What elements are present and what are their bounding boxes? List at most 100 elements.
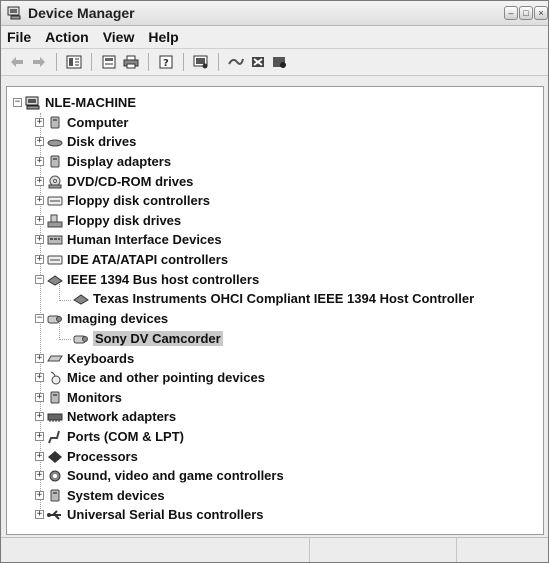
forward-icon[interactable] bbox=[29, 52, 49, 72]
tree-item-label: Disk drives bbox=[67, 134, 137, 149]
disable-icon[interactable] bbox=[270, 52, 290, 72]
network-adapter-icon bbox=[47, 410, 63, 424]
toolbar-separator bbox=[218, 53, 219, 71]
tree-item[interactable]: + Processors bbox=[35, 447, 138, 466]
window-controls: – □ × bbox=[504, 6, 548, 20]
keyboard-icon bbox=[47, 352, 63, 366]
usb-icon bbox=[47, 508, 63, 522]
toolbar-separator bbox=[183, 53, 184, 71]
ports-icon bbox=[47, 430, 63, 444]
tree-item[interactable]: + Display adapters bbox=[35, 152, 171, 171]
menu-bar: File Action View Help bbox=[1, 26, 548, 49]
tree-item-label: Texas Instruments OHCI Compliant IEEE 13… bbox=[93, 291, 475, 306]
tree-item[interactable]: + Floppy disk controllers bbox=[35, 191, 210, 210]
tree-line bbox=[59, 300, 71, 301]
uninstall-icon[interactable] bbox=[248, 52, 268, 72]
computer-root-icon bbox=[25, 96, 41, 110]
ieee1394-icon bbox=[73, 292, 89, 306]
close-button[interactable]: × bbox=[534, 6, 548, 20]
tree-item[interactable]: + System devices bbox=[35, 486, 165, 505]
tree-root[interactable]: − NLE-MACHINE bbox=[13, 93, 136, 112]
tree-item-label: Sony DV Camcorder bbox=[93, 331, 223, 346]
tree-item[interactable]: − IEEE 1394 Bus host controllers bbox=[35, 270, 259, 289]
tree-item[interactable]: + Human Interface Devices bbox=[35, 230, 222, 249]
expand-toggle[interactable]: + bbox=[35, 354, 44, 363]
device-manager-icon bbox=[7, 6, 23, 20]
expand-toggle[interactable]: + bbox=[35, 412, 44, 421]
device-tree[interactable]: − NLE-MACHINE + Computer + Disk drives +… bbox=[6, 86, 544, 535]
monitor-icon bbox=[47, 391, 63, 405]
properties-grid-icon[interactable] bbox=[64, 52, 84, 72]
expand-toggle[interactable]: + bbox=[35, 177, 44, 186]
minimize-button[interactable]: – bbox=[504, 6, 518, 20]
menu-view[interactable]: View bbox=[103, 29, 135, 45]
tree-item[interactable]: + Ports (COM & LPT) bbox=[35, 427, 184, 446]
status-pane bbox=[457, 538, 548, 562]
expand-toggle[interactable]: + bbox=[35, 471, 44, 480]
expand-toggle[interactable]: + bbox=[35, 373, 44, 382]
tree-item-label: Monitors bbox=[67, 390, 122, 405]
maximize-button[interactable]: □ bbox=[519, 6, 533, 20]
dvd-drive-icon bbox=[47, 175, 63, 189]
menu-help[interactable]: Help bbox=[148, 29, 178, 45]
back-icon[interactable] bbox=[7, 52, 27, 72]
expand-toggle[interactable]: + bbox=[35, 255, 44, 264]
title-bar[interactable]: Device Manager – □ × bbox=[1, 1, 548, 26]
camcorder-icon bbox=[73, 332, 89, 346]
device-manager-window: Device Manager – □ × File Action View He… bbox=[0, 0, 549, 563]
tree-item-label: Sound, video and game controllers bbox=[67, 468, 284, 483]
tree-item-label: Mice and other pointing devices bbox=[67, 370, 265, 385]
system-device-icon bbox=[47, 489, 63, 503]
expand-toggle[interactable]: + bbox=[35, 137, 44, 146]
scan-hardware-icon[interactable] bbox=[191, 52, 211, 72]
properties-icon[interactable] bbox=[99, 52, 119, 72]
tree-line bbox=[59, 339, 71, 340]
mouse-icon bbox=[47, 371, 63, 385]
help-icon[interactable]: ? bbox=[156, 52, 176, 72]
collapse-toggle[interactable]: − bbox=[35, 275, 44, 284]
collapse-toggle[interactable]: − bbox=[35, 314, 44, 323]
tree-child-item[interactable]: Texas Instruments OHCI Compliant IEEE 13… bbox=[73, 289, 474, 308]
tree-item-label: DVD/CD-ROM drives bbox=[67, 174, 194, 189]
tree-item[interactable]: + Monitors bbox=[35, 388, 122, 407]
expand-toggle[interactable]: + bbox=[35, 452, 44, 461]
toolbar: ? bbox=[1, 49, 548, 76]
window-title: Device Manager bbox=[28, 5, 135, 21]
expand-toggle[interactable]: + bbox=[35, 510, 44, 519]
tree-item[interactable]: + Network adapters bbox=[35, 407, 176, 426]
expand-toggle[interactable]: + bbox=[35, 491, 44, 500]
menu-action[interactable]: Action bbox=[45, 29, 89, 45]
tree-item-label: Display adapters bbox=[67, 154, 172, 169]
print-icon[interactable] bbox=[121, 52, 141, 72]
tree-item[interactable]: + Floppy disk drives bbox=[35, 211, 181, 230]
tree-item[interactable]: + Universal Serial Bus controllers bbox=[35, 505, 264, 524]
expand-toggle[interactable]: + bbox=[35, 393, 44, 402]
tree-item[interactable]: + Sound, video and game controllers bbox=[35, 466, 284, 485]
tree-item[interactable]: + Keyboards bbox=[35, 349, 134, 368]
expand-toggle[interactable]: + bbox=[35, 216, 44, 225]
tree-item-label: Computer bbox=[67, 115, 129, 130]
toolbar-separator bbox=[91, 53, 92, 71]
tree-item-label: Network adapters bbox=[67, 409, 177, 424]
tree-item-label: Imaging devices bbox=[67, 311, 169, 326]
status-pane bbox=[310, 538, 457, 562]
tree-item[interactable]: − Imaging devices bbox=[35, 309, 168, 328]
expand-toggle[interactable]: + bbox=[35, 235, 44, 244]
tree-item-label: Keyboards bbox=[67, 351, 135, 366]
tree-item[interactable]: + Computer bbox=[35, 113, 128, 132]
tree-item[interactable]: + Disk drives bbox=[35, 132, 136, 151]
expand-toggle[interactable]: + bbox=[35, 432, 44, 441]
expand-toggle[interactable]: + bbox=[35, 157, 44, 166]
tree-item[interactable]: + Mice and other pointing devices bbox=[35, 368, 265, 387]
menu-file[interactable]: File bbox=[7, 29, 31, 45]
tree-root-label: NLE-MACHINE bbox=[45, 95, 136, 110]
expand-toggle[interactable]: + bbox=[35, 118, 44, 127]
collapse-toggle[interactable]: − bbox=[13, 98, 22, 107]
tree-item-label: Processors bbox=[67, 449, 138, 464]
update-driver-icon[interactable] bbox=[226, 52, 246, 72]
expand-toggle[interactable]: + bbox=[35, 196, 44, 205]
tree-child-item[interactable]: Sony DV Camcorder bbox=[73, 329, 223, 348]
tree-item[interactable]: + IDE ATA/ATAPI controllers bbox=[35, 250, 228, 269]
tree-item[interactable]: + DVD/CD-ROM drives bbox=[35, 172, 193, 191]
sound-icon bbox=[47, 469, 63, 483]
